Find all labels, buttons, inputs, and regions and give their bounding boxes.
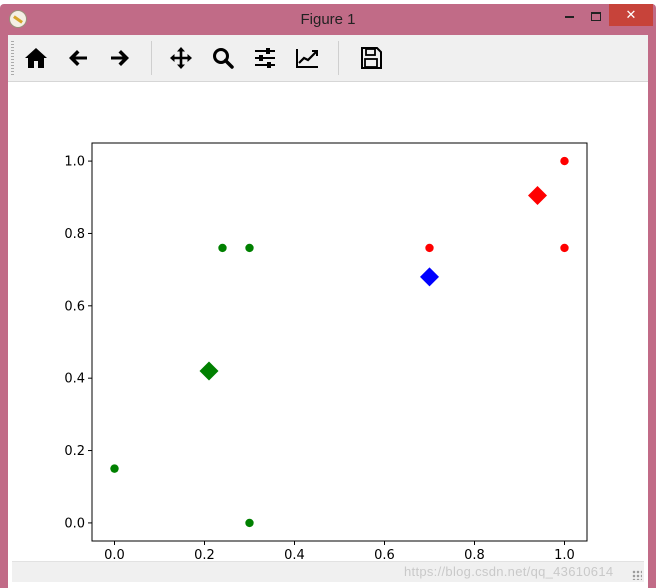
maximize-button[interactable]	[583, 4, 609, 26]
pan-button[interactable]	[165, 42, 197, 74]
toolbar-separator	[338, 41, 339, 75]
sliders-icon	[255, 48, 275, 68]
diamond-marker	[528, 185, 547, 205]
forward-button[interactable]	[104, 42, 136, 74]
x-tick-label: 0.2	[194, 548, 215, 560]
floppy-disk-icon	[361, 47, 382, 69]
x-tick-label: 0.4	[284, 548, 305, 560]
move-icon	[170, 47, 192, 69]
scatter-point	[560, 243, 569, 253]
x-axis: 0.0 0.2 0.4 0.6 0.8 1.0	[104, 541, 575, 563]
x-tick-label: 0.6	[374, 548, 395, 560]
customize-button[interactable]	[291, 42, 323, 74]
subplots-button[interactable]	[249, 42, 281, 74]
close-button[interactable]: ✕	[609, 4, 653, 26]
plot-area	[110, 156, 569, 528]
diamond-marker	[420, 267, 439, 287]
resize-grip-icon[interactable]	[632, 570, 642, 580]
diamond-marker	[199, 361, 219, 381]
scatter-point	[245, 243, 254, 253]
figure-window: Figure 1 ✕ 0.0 0.2 0.4 0.6 0.8 1.0 0.0 0…	[0, 4, 656, 588]
figure-canvas[interactable]: 0.0 0.2 0.4 0.6 0.8 1.0 0.0 0.2 0.4 0.6 0.8 1.0	[8, 82, 648, 563]
y-tick-label: 0.8	[64, 227, 85, 242]
arrow-left-icon	[69, 50, 87, 66]
close-icon: ✕	[625, 7, 637, 22]
home-icon	[25, 48, 47, 68]
save-button[interactable]	[355, 42, 387, 74]
axes-frame	[91, 142, 588, 542]
scatter-point	[560, 156, 569, 166]
scatter-point	[110, 464, 119, 473]
minimize-icon	[564, 16, 574, 19]
line-chart-icon	[296, 49, 318, 68]
toolbar	[8, 35, 648, 82]
toolbar-separator	[151, 41, 152, 75]
watermark: https://blog.csdn.net/qq_43610614	[404, 564, 614, 579]
minimize-button[interactable]	[556, 4, 582, 26]
y-axis: 0.0 0.2 0.4 0.6 0.8 1.0	[64, 155, 92, 531]
back-button[interactable]	[62, 42, 94, 74]
scatter-chart: 0.0 0.2 0.4 0.6 0.8 1.0 0.0 0.2 0.4 0.6 0.8 1.0	[64, 142, 588, 563]
status-bar: https://blog.csdn.net/qq_43610614	[12, 561, 644, 582]
x-tick-label: 1.0	[554, 548, 575, 560]
scatter-point	[425, 243, 434, 253]
maximize-icon	[591, 11, 601, 21]
y-tick-label: 0.4	[64, 372, 85, 387]
y-tick-label: 1.0	[64, 155, 85, 170]
home-button[interactable]	[20, 42, 52, 74]
scatter-point	[218, 243, 227, 253]
window-client: 0.0 0.2 0.4 0.6 0.8 1.0 0.0 0.2 0.4 0.6 0.8 1.0 ht…	[8, 35, 648, 588]
y-tick-label: 0.0	[64, 516, 85, 531]
arrow-right-icon	[111, 50, 129, 66]
title-bar[interactable]: Figure 1 ✕	[0, 4, 656, 35]
magnifier-icon	[213, 48, 234, 69]
zoom-button[interactable]	[207, 42, 239, 74]
x-tick-label: 0.0	[104, 548, 125, 560]
toolbar-grip[interactable]	[11, 41, 14, 75]
y-tick-label: 0.6	[64, 299, 85, 314]
y-tick-label: 0.2	[64, 444, 85, 459]
x-tick-label: 0.8	[464, 548, 485, 560]
scatter-point	[245, 518, 254, 528]
